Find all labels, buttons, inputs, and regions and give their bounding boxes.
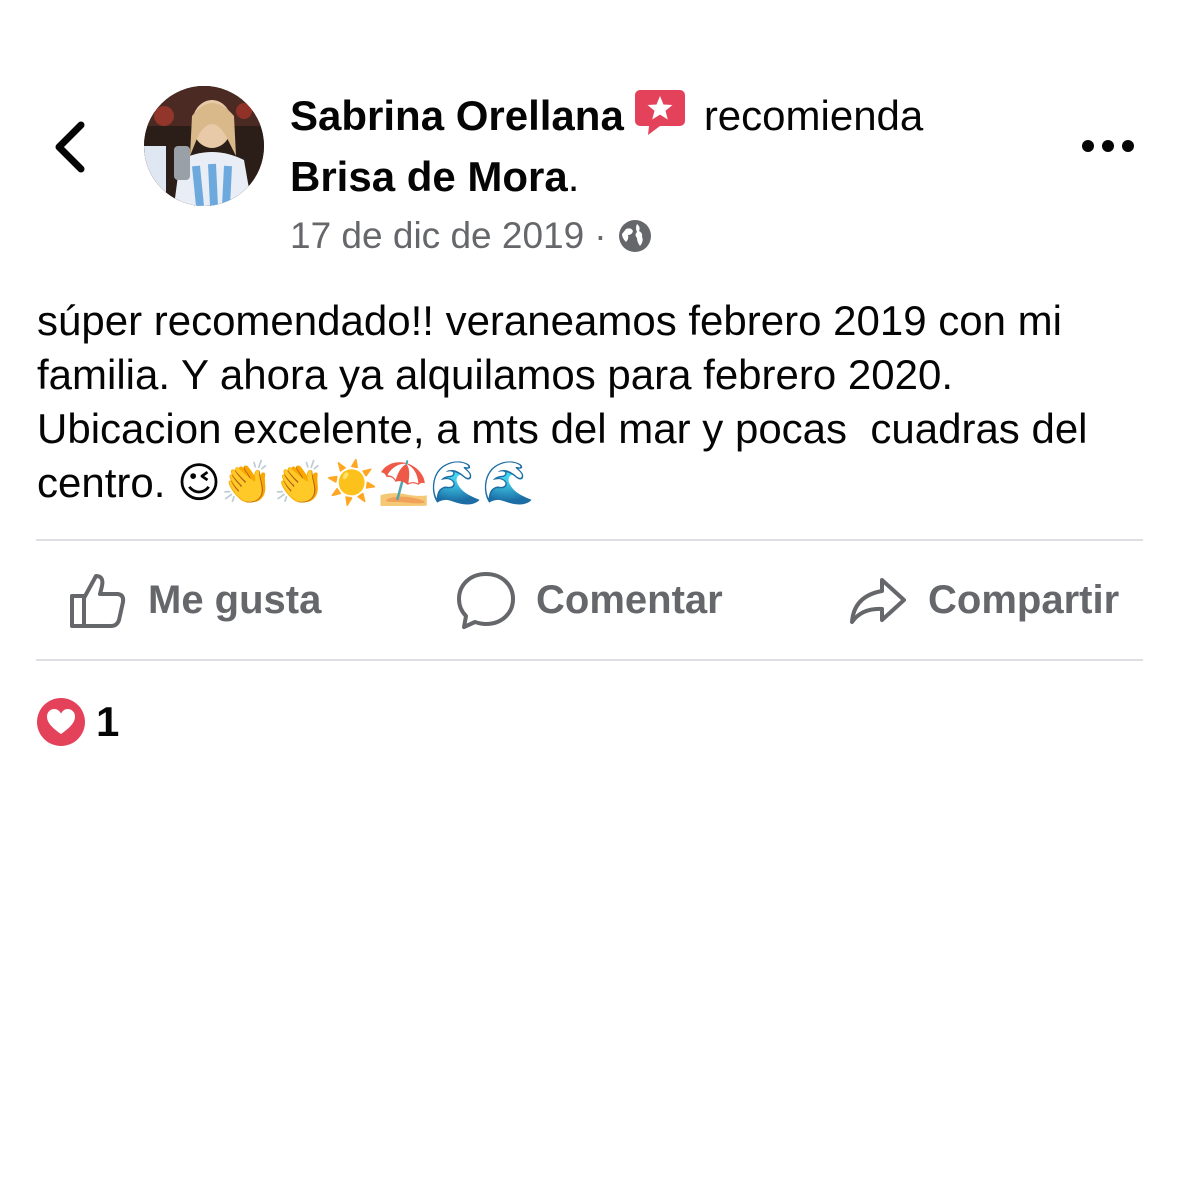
action-word: recomienda bbox=[703, 92, 924, 139]
author-name[interactable]: Sabrina Orellana bbox=[290, 92, 624, 139]
comment-button[interactable]: Comentar bbox=[456, 566, 723, 634]
recommendation-icon bbox=[634, 90, 685, 135]
reactions-summary[interactable]: 1 bbox=[36, 696, 119, 748]
avatar[interactable] bbox=[144, 86, 264, 206]
post-text: súper recomendado!! veraneamos febrero 2… bbox=[37, 297, 1100, 506]
page-name[interactable]: Brisa de Mora bbox=[290, 153, 568, 200]
more-horizontal-icon bbox=[1082, 140, 1134, 152]
like-button[interactable]: Me gusta bbox=[68, 566, 321, 634]
page-line: Brisa de Mora. bbox=[290, 150, 579, 204]
comment-label: Comentar bbox=[536, 577, 723, 622]
chevron-left-icon bbox=[55, 121, 85, 173]
back-button[interactable] bbox=[40, 112, 100, 182]
share-label: Compartir bbox=[928, 577, 1120, 622]
globe-icon bbox=[618, 220, 651, 252]
divider-bottom bbox=[36, 659, 1143, 661]
meta-separator: · bbox=[594, 215, 607, 256]
share-icon bbox=[850, 578, 906, 624]
comment-icon bbox=[457, 572, 515, 629]
post-meta: 17 de dic de 2019 · bbox=[290, 212, 653, 260]
thumbs-up-icon bbox=[70, 574, 126, 628]
divider-top bbox=[36, 539, 1143, 541]
page-suffix: . bbox=[567, 153, 580, 200]
more-options-button[interactable] bbox=[1080, 128, 1136, 164]
heart-icon bbox=[37, 698, 85, 746]
share-button[interactable]: Compartir bbox=[848, 566, 1119, 634]
post-date[interactable]: 17 de dic de 2019 bbox=[290, 212, 584, 260]
reaction-count: 1 bbox=[96, 698, 120, 745]
avatar-photo bbox=[144, 86, 264, 206]
post-header: Sabrina Orellana recomienda bbox=[290, 88, 923, 143]
like-label: Me gusta bbox=[148, 577, 322, 622]
